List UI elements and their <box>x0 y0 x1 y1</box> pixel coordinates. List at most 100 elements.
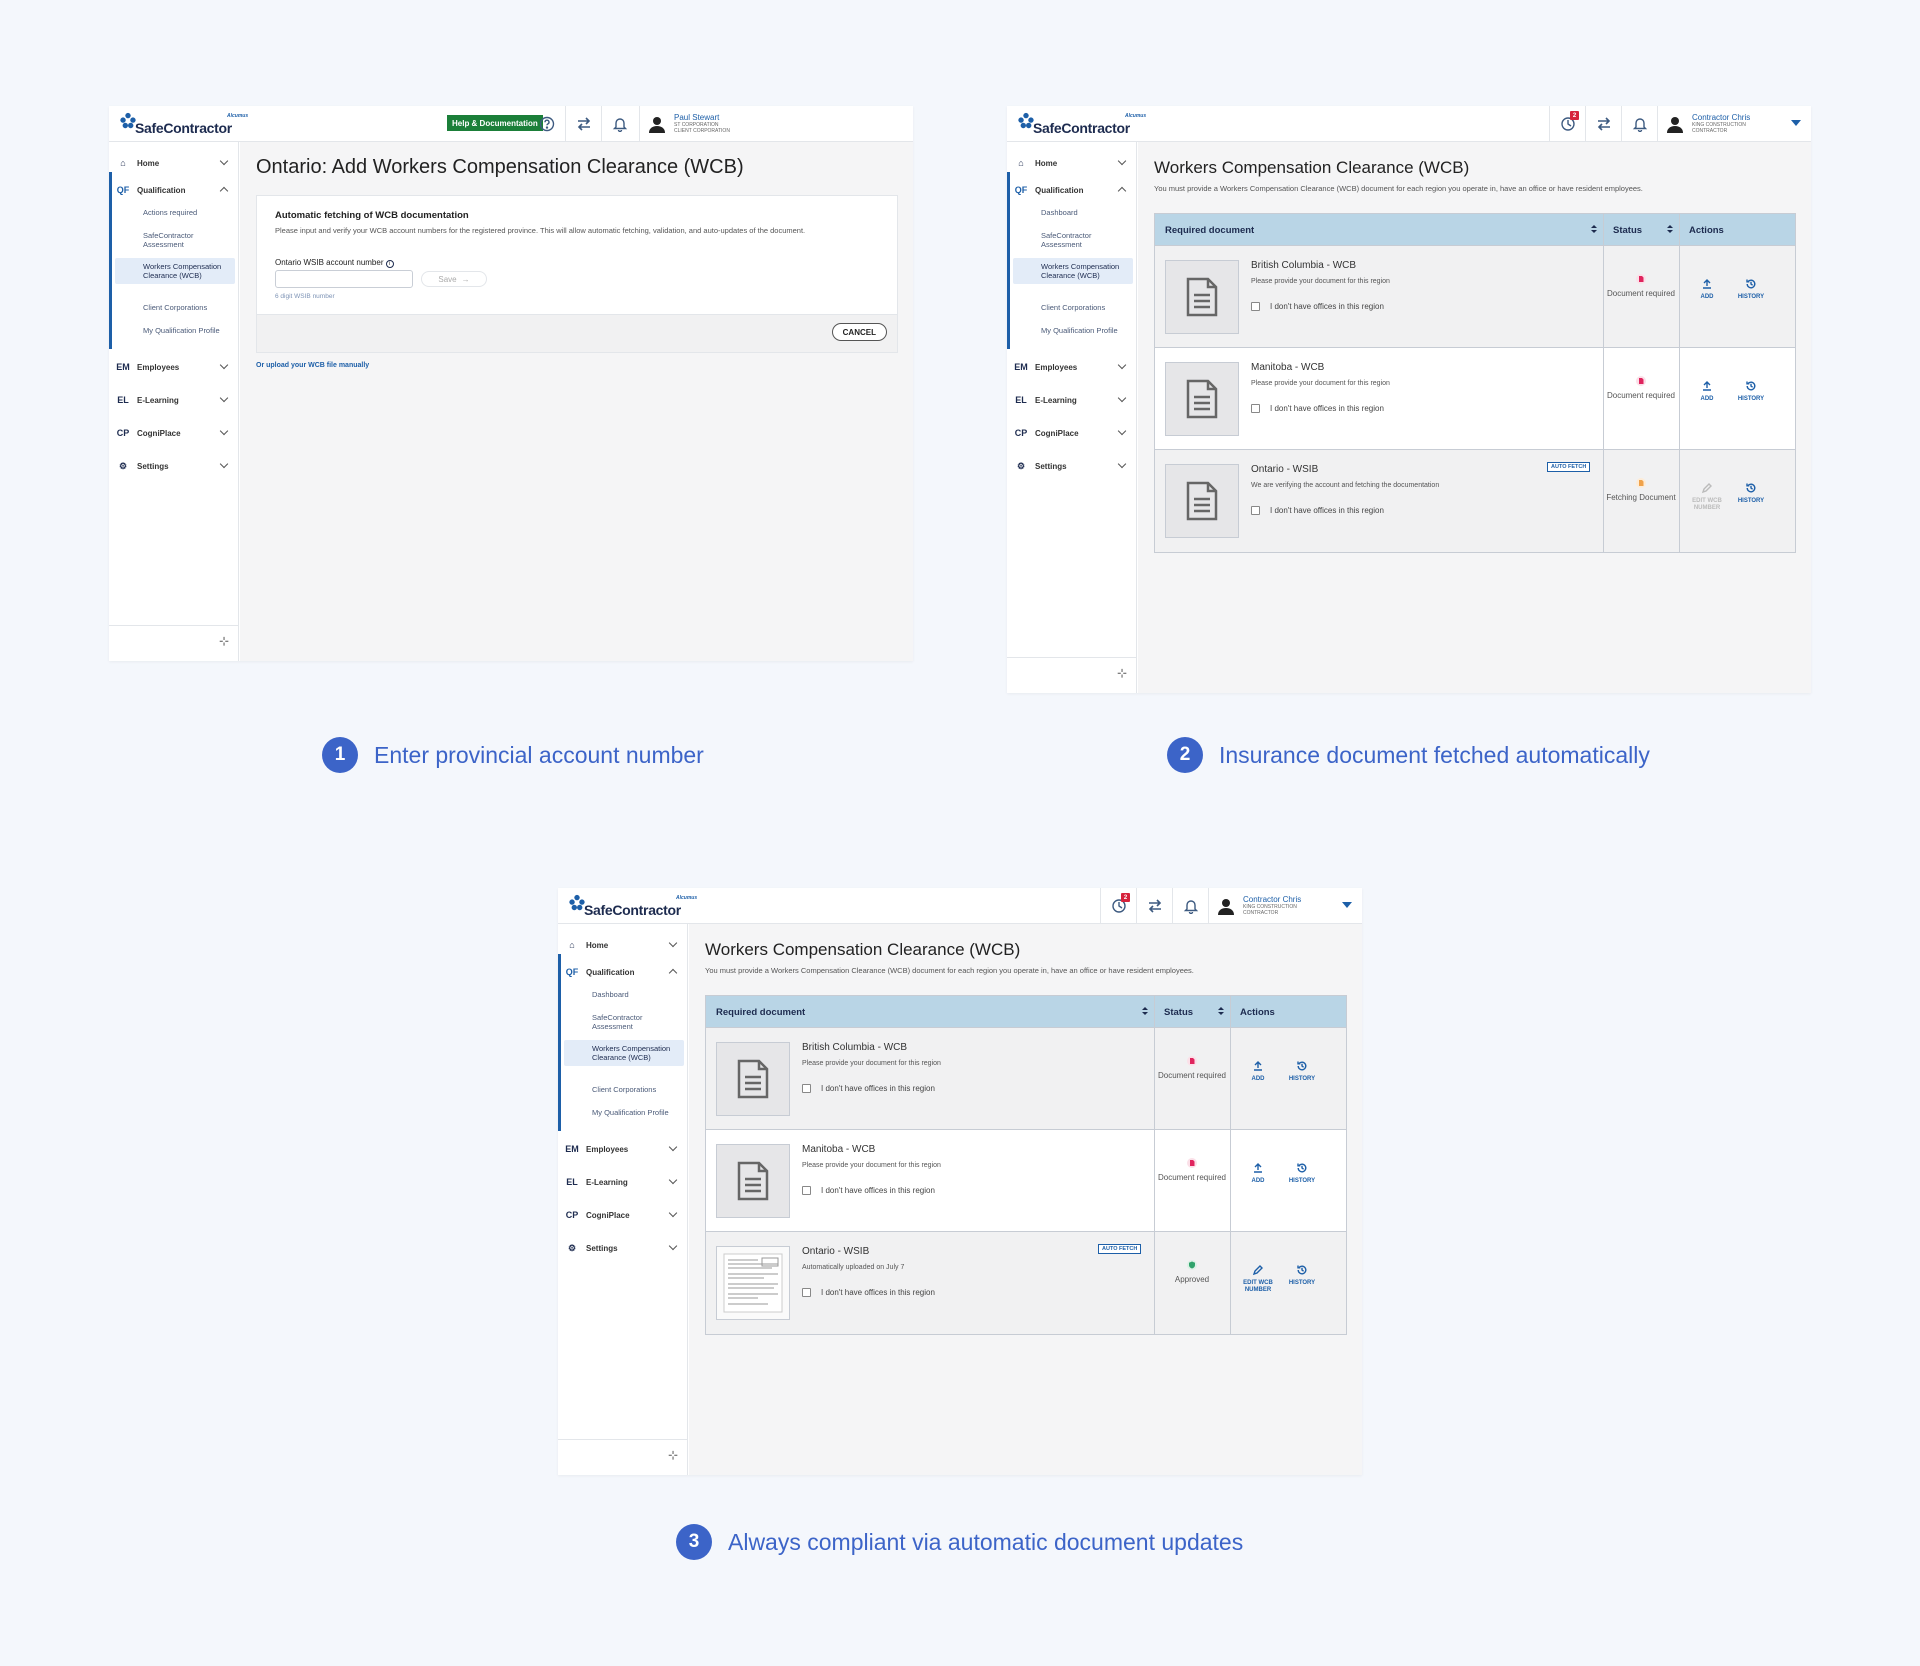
sidebar-sub-client-corporations[interactable]: Client Corporations <box>564 1081 684 1098</box>
sidebar-item-qualification[interactable]: QF Qualification <box>109 180 239 200</box>
sidebar-sub-wcb[interactable]: Workers Compensation Clearance (WCB) <box>115 258 235 284</box>
edit-wcb-number-button[interactable]: EDIT WCB NUMBER <box>1236 1264 1280 1294</box>
checkbox[interactable] <box>802 1288 811 1297</box>
switch-account-icon[interactable] <box>565 106 601 142</box>
sidebar-sub-assessment[interactable]: SafeContractor Assessment <box>115 227 235 253</box>
add-button[interactable]: ADD <box>1240 1162 1276 1185</box>
edit-wcb-number-button[interactable]: EDIT WCB NUMBER <box>1685 482 1729 512</box>
sidebar-sub-dashboard[interactable]: Dashboard <box>1013 204 1133 221</box>
safecontractor-logo[interactable]: SafeContractor Alcumus <box>1017 111 1147 139</box>
history-button[interactable]: HISTORY <box>1284 1060 1320 1083</box>
checkbox[interactable] <box>1251 404 1260 413</box>
region-description: Please provide your document for this re… <box>1251 380 1390 387</box>
column-required-document[interactable]: Required document <box>706 996 1154 1028</box>
sidebar-item-employees[interactable]: EM Employees <box>109 357 239 377</box>
history-button[interactable]: HISTORY <box>1733 380 1769 403</box>
safecontractor-logo[interactable]: SafeContractor Alcumus <box>119 111 249 139</box>
sidebar-sub-qualification-profile[interactable]: My Qualification Profile <box>115 322 235 339</box>
logo-wordmark: SafeContractor <box>135 120 232 136</box>
sidebar-item-elearning[interactable]: EL E-Learning <box>558 1172 688 1192</box>
history-button[interactable]: HISTORY <box>1284 1264 1320 1287</box>
user-role: CONTRACTOR <box>1243 910 1279 916</box>
column-status[interactable]: Status <box>1603 214 1679 246</box>
notifications-bell-icon[interactable] <box>601 106 637 142</box>
sidebar-sub-dashboard[interactable]: Dashboard <box>564 986 684 1003</box>
document-placeholder-icon <box>716 1042 790 1116</box>
sidebar-sub-wcb[interactable]: Workers Compensation Clearance (WCB) <box>564 1040 684 1066</box>
region-description: Please provide your document for this re… <box>802 1162 941 1169</box>
upload-manually-link[interactable]: Or upload your WCB file manually <box>256 362 369 369</box>
sidebar-item-settings[interactable]: ⚙ Settings <box>109 456 239 476</box>
collapse-sidebar-icon[interactable]: ⊹ <box>668 1448 678 1462</box>
sidebar-sub-client-corporations[interactable]: Client Corporations <box>1013 299 1133 316</box>
sidebar-sub-wcb[interactable]: Workers Compensation Clearance (WCB) <box>1013 258 1133 284</box>
info-icon[interactable]: i <box>385 260 394 268</box>
add-button[interactable]: ADD <box>1689 380 1725 403</box>
checkbox[interactable] <box>1251 302 1260 311</box>
checkbox[interactable] <box>802 1186 811 1195</box>
sidebar-sub-client-corporations[interactable]: Client Corporations <box>115 299 235 316</box>
sidebar-sub-qualification-profile[interactable]: My Qualification Profile <box>1013 322 1133 339</box>
sidebar-sub-assessment[interactable]: SafeContractor Assessment <box>564 1009 684 1035</box>
no-offices-checkbox[interactable]: I don't have offices in this region <box>802 1084 935 1093</box>
no-offices-checkbox[interactable]: I don't have offices in this region <box>1251 506 1384 515</box>
sidebar-item-elearning[interactable]: EL E-Learning <box>109 390 239 410</box>
logo-brand: Alcumus <box>1125 113 1147 119</box>
no-offices-checkbox[interactable]: I don't have offices in this region <box>1251 302 1384 311</box>
checkbox[interactable] <box>1251 506 1260 515</box>
column-required-document[interactable]: Required document <box>1155 214 1603 246</box>
no-offices-checkbox[interactable]: I don't have offices in this region <box>1251 404 1384 413</box>
user-menu[interactable]: Contractor Chris KING CONSTRUCTION CONTRAC… <box>1657 106 1750 142</box>
sidebar-item-cogniplace[interactable]: CP CogniPlace <box>1007 423 1137 443</box>
chevron-down-icon[interactable] <box>1791 120 1801 126</box>
region-description: Please provide your document for this re… <box>802 1060 941 1067</box>
sidebar-item-settings[interactable]: ⚙ Settings <box>1007 456 1137 476</box>
switch-account-icon[interactable] <box>1136 888 1172 924</box>
sidebar-sub-qualification-profile[interactable]: My Qualification Profile <box>564 1104 684 1121</box>
wsib-account-input[interactable] <box>275 270 413 288</box>
region-name: British Columbia - WCB <box>1251 260 1357 271</box>
history-button[interactable]: HISTORY <box>1284 1162 1320 1185</box>
collapse-sidebar-icon[interactable]: ⊹ <box>219 634 229 648</box>
safecontractor-logo[interactable]: SafeContractor Alcumus <box>568 893 698 921</box>
switch-account-icon[interactable] <box>1585 106 1621 142</box>
column-status[interactable]: Status <box>1154 996 1230 1028</box>
compliance-alerts-icon[interactable]: 2 <box>1100 888 1136 924</box>
sidebar-item-qualification[interactable]: QF Qualification <box>558 962 688 982</box>
help-icon[interactable] <box>529 106 565 142</box>
history-button[interactable]: HISTORY <box>1733 278 1769 301</box>
sidebar-item-settings[interactable]: ⚙ Settings <box>558 1238 688 1258</box>
notifications-bell-icon[interactable] <box>1172 888 1208 924</box>
sidebar-item-cogniplace[interactable]: CP CogniPlace <box>109 423 239 443</box>
chevron-down-icon <box>219 360 229 370</box>
no-offices-checkbox[interactable]: I don't have offices in this region <box>802 1186 935 1195</box>
sidebar-item-home[interactable]: ⌂ Home <box>109 153 239 173</box>
chevron-down-icon <box>668 1208 678 1218</box>
notifications-bell-icon[interactable] <box>1621 106 1657 142</box>
sidebar-sub-actions-required[interactable]: Actions required <box>115 204 235 221</box>
checkbox[interactable] <box>802 1084 811 1093</box>
compliance-alerts-icon[interactable]: 2 <box>1549 106 1585 142</box>
sidebar-item-qualification[interactable]: QF Qualification <box>1007 180 1137 200</box>
main-content: Workers Compensation Clearance (WCB) You… <box>1138 142 1811 693</box>
sidebar-item-elearning[interactable]: EL E-Learning <box>1007 390 1137 410</box>
user-menu[interactable]: Paul Stewart ST CORPORATION CLIENT CORPORA… <box>639 106 730 142</box>
document-scan-thumbnail[interactable] <box>716 1246 790 1320</box>
sidebar-item-home[interactable]: ⌂ Home <box>1007 153 1137 173</box>
save-button[interactable]: Save → <box>421 271 487 287</box>
chevron-down-icon[interactable] <box>1342 902 1352 908</box>
collapse-sidebar-icon[interactable]: ⊹ <box>1117 666 1127 680</box>
sidebar-item-cogniplace[interactable]: CP CogniPlace <box>558 1205 688 1225</box>
top-bar: SafeContractor Alcumus Help & Documentat… <box>109 106 913 142</box>
sidebar-item-home[interactable]: ⌂ Home <box>558 935 688 955</box>
no-offices-checkbox[interactable]: I don't have offices in this region <box>802 1288 935 1297</box>
add-button[interactable]: ADD <box>1689 278 1725 301</box>
history-button[interactable]: HISTORY <box>1733 482 1769 505</box>
cancel-button[interactable]: CANCEL <box>831 323 887 341</box>
chevron-down-icon <box>219 156 229 166</box>
sidebar-item-employees[interactable]: EM Employees <box>1007 357 1137 377</box>
user-menu[interactable]: Contractor Chris KING CONSTRUCTION CONTRAC… <box>1208 888 1301 924</box>
add-button[interactable]: ADD <box>1240 1060 1276 1083</box>
sidebar-sub-assessment[interactable]: SafeContractor Assessment <box>1013 227 1133 253</box>
sidebar-item-employees[interactable]: EM Employees <box>558 1139 688 1159</box>
